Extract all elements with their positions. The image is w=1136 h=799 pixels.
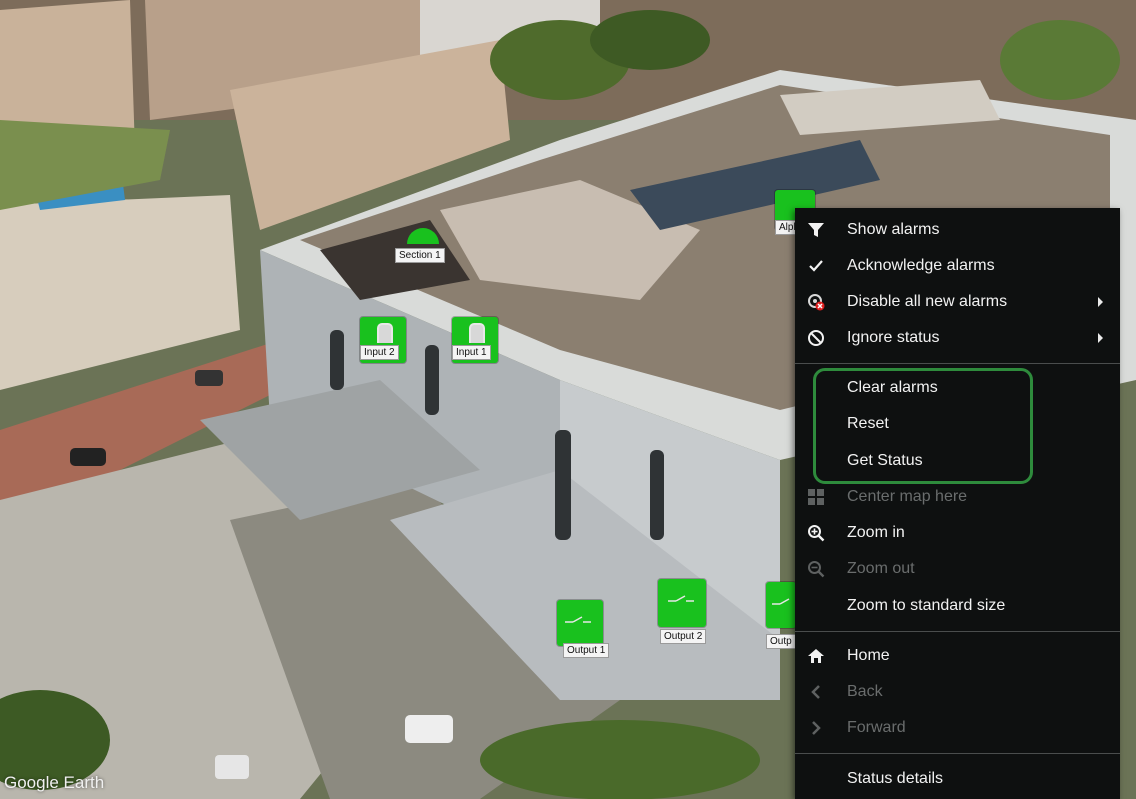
input-2-marker-label: Input 2 (360, 345, 399, 360)
menu-item-label: Zoom in (847, 524, 905, 541)
menu-item-zoom-in[interactable]: Zoom in (795, 515, 1120, 551)
output-1-marker[interactable]: Output 1 (557, 600, 617, 660)
switch-icon (668, 595, 694, 602)
menu-item-label: Clear alarms (847, 379, 938, 396)
submenu-arrow-icon (1098, 297, 1103, 307)
prohibited-icon (808, 330, 824, 346)
grid-icon (808, 489, 824, 505)
menu-item-get-status[interactable]: Get Status (795, 443, 1120, 479)
menu-item-home[interactable]: Home (795, 638, 1120, 674)
menu-item-back[interactable]: Back (795, 674, 1120, 710)
door-icon (377, 323, 393, 343)
submenu-arrow-icon (1098, 333, 1103, 343)
menu-item-center-map-here[interactable]: Center map here (795, 479, 1120, 515)
menu-item-label: Acknowledge alarms (847, 257, 995, 274)
output-3-marker-label: Outp (766, 634, 796, 649)
context-menu: Show alarms Acknowledge alarms Disable a… (795, 208, 1120, 799)
zoom-out-icon (808, 561, 825, 578)
output-2-marker[interactable]: Output 2 (658, 579, 718, 644)
menu-item-label: Reset (847, 415, 889, 432)
input-1-marker-label: Input 1 (452, 345, 491, 360)
menu-item-label: Center map here (847, 488, 968, 505)
google-earth-watermark: Google Earth (4, 773, 105, 792)
menu-item-label: Disable all new alarms (847, 293, 1008, 310)
menu-item-label: Zoom to standard size (847, 597, 1006, 614)
menu-separator (795, 753, 1120, 754)
output-3-marker[interactable]: Outp (766, 582, 796, 649)
menu-item-label: Status details (847, 770, 944, 787)
home-icon (808, 649, 824, 663)
menu-separator (795, 631, 1120, 632)
input-1-marker[interactable]: Input 1 (452, 317, 502, 365)
menu-item-clear-alarms[interactable]: Clear alarms (795, 370, 1120, 406)
menu-item-label: Back (847, 683, 883, 700)
input-2-marker[interactable]: Input 2 (360, 317, 410, 365)
door-icon (469, 323, 485, 343)
menu-item-forward[interactable]: Forward (795, 710, 1120, 746)
checkmark-icon (809, 260, 823, 272)
menu-item-zoom-out[interactable]: Zoom out (795, 551, 1120, 587)
menu-item-label: Forward (847, 719, 906, 736)
chevron-left-icon (811, 685, 820, 699)
menu-item-disable-all-new-alarms[interactable]: Disable all new alarms (795, 284, 1120, 320)
menu-item-label: Get Status (847, 452, 923, 469)
menu-item-acknowledge-alarms[interactable]: Acknowledge alarms (795, 248, 1120, 284)
switch-icon (565, 616, 591, 623)
output-2-marker-label: Output 2 (660, 629, 707, 644)
menu-item-label: Ignore status (847, 329, 940, 346)
menu-item-show-alarms[interactable]: Show alarms (795, 212, 1120, 248)
chevron-right-icon (812, 721, 821, 735)
alarm-disable-icon (808, 294, 825, 311)
menu-item-label: Home (847, 647, 890, 664)
menu-item-label: Show alarms (847, 221, 940, 238)
zoom-in-icon (808, 525, 825, 542)
menu-item-label: Zoom out (847, 560, 915, 577)
menu-item-ignore-status[interactable]: Ignore status (795, 320, 1120, 356)
menu-separator (795, 363, 1120, 364)
funnel-icon (808, 223, 824, 237)
menu-item-reset[interactable]: Reset (795, 406, 1120, 442)
output-1-marker-label: Output 1 (563, 643, 610, 658)
section-marker-label: Section 1 (395, 248, 445, 263)
menu-item-zoom-to-standard-size[interactable]: Zoom to standard size (795, 588, 1120, 624)
section-marker[interactable]: Section 1 (395, 226, 455, 266)
menu-item-status-details[interactable]: Status details (795, 761, 1120, 797)
